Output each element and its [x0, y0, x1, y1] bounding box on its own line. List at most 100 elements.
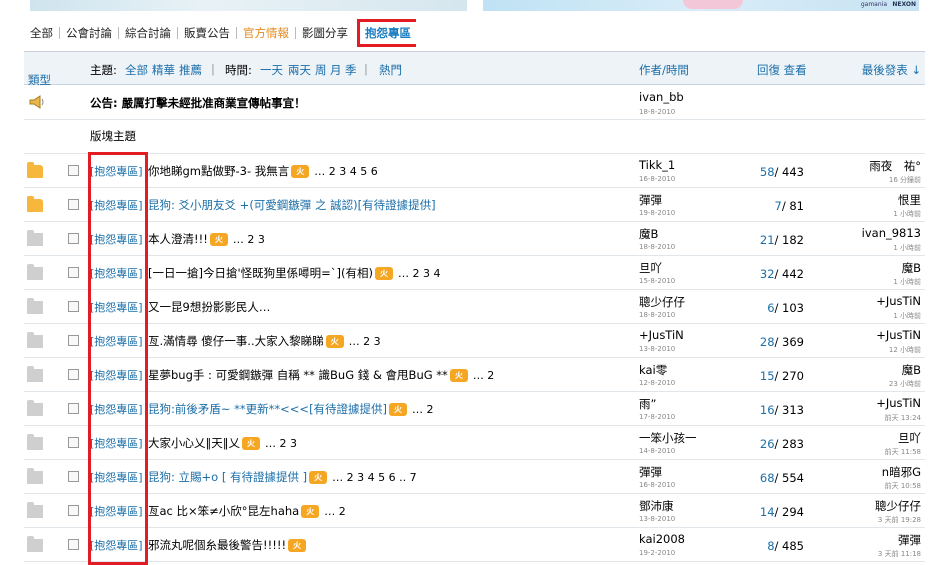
- thread-pages[interactable]: … 2 3 4: [398, 267, 441, 280]
- thread-checkbox[interactable]: [68, 199, 79, 210]
- thread-author[interactable]: kai2008: [639, 532, 685, 546]
- tab-all[interactable]: 全部: [24, 27, 60, 39]
- thread-checkbox[interactable]: [68, 437, 79, 448]
- thread-author[interactable]: 聰少仔仔: [639, 294, 685, 310]
- last-poster[interactable]: 旦吖: [898, 430, 921, 446]
- reply-count[interactable]: 68: [760, 471, 775, 485]
- thread-subject[interactable]: 昆狗:前後矛盾~ **更新**<<<[有待證據提供] 火 … 2: [148, 401, 434, 417]
- notice-title[interactable]: 公告: 嚴厲打擊未經批准商業宣傳帖事宜！: [90, 95, 306, 111]
- last-post-time[interactable]: 前天 13:24: [885, 413, 921, 423]
- thread-title[interactable]: 昆狗:前後矛盾~ **更新**<<<[有待證據提供]: [148, 402, 387, 416]
- thread-subject[interactable]: 你地睇gm點做野-3- 我無言火 … 2 3 4 5 6: [148, 163, 378, 179]
- last-poster[interactable]: 魔B: [902, 362, 921, 378]
- thread-checkbox[interactable]: [68, 403, 79, 414]
- thread-checkbox[interactable]: [68, 267, 79, 278]
- last-post-time[interactable]: 23 小時前: [889, 379, 921, 389]
- reply-count[interactable]: 14: [760, 505, 775, 519]
- last-poster[interactable]: +JusTiN: [876, 396, 921, 410]
- reply-count[interactable]: 21: [760, 233, 775, 247]
- reply-count[interactable]: 58: [760, 165, 775, 179]
- last-poster[interactable]: 彈彈: [898, 532, 921, 548]
- banner-image-right[interactable]: gamania NEXON: [483, 0, 919, 11]
- last-poster[interactable]: 雨夜 祐°: [869, 158, 921, 174]
- thread-title[interactable]: 大家小心乂‖天‖乂: [148, 436, 240, 450]
- last-post-time[interactable]: 1 小時前: [893, 209, 921, 219]
- thread-subject[interactable]: 星夢bug手 : 可愛鋼鏃彈 自稱 ** 識BuG 錢 & 會甩BuG ** 火 ……: [148, 367, 494, 383]
- thread-subject[interactable]: 昆狗: 立賜+o [ 有待證據提供 ] 火 … 2 3 4 5 6 .. 7: [148, 469, 417, 485]
- last-post-time[interactable]: 前天 10:58: [885, 481, 921, 491]
- filter-all[interactable]: 全部: [125, 62, 148, 78]
- tab-general[interactable]: 綜合討論: [119, 27, 178, 39]
- last-post-time[interactable]: 3 天前 19:28: [878, 515, 921, 525]
- tab-official[interactable]: 官方情報: [237, 27, 296, 39]
- thread-author[interactable]: Tikk_1: [639, 158, 675, 172]
- last-post-time[interactable]: 12 小時前: [889, 345, 921, 355]
- last-poster[interactable]: 魔B: [902, 260, 921, 276]
- filter-hot[interactable]: 熱門: [379, 62, 402, 78]
- thread-checkbox[interactable]: [68, 471, 79, 482]
- filter-digest[interactable]: 精華: [152, 62, 175, 78]
- notice-author[interactable]: ivan_bb: [639, 90, 684, 104]
- thread-pages[interactable]: … 2: [473, 369, 495, 382]
- table-row[interactable]: [抱怨專區] 亙ac 比×笨≠小欣°昆左haha 火… 2 鄧沛康 13-8-2010 1…: [24, 494, 925, 528]
- reply-count[interactable]: 8: [767, 539, 774, 553]
- time-month[interactable]: 月: [330, 62, 342, 78]
- thread-author[interactable]: 鄧沛康: [639, 498, 674, 514]
- table-row[interactable]: [抱怨專區] 昆狗:前後矛盾~ **更新**<<<[有待證據提供] 火… 2 雨” 17…: [24, 392, 925, 426]
- thread-subject[interactable]: 亙ac 比×笨≠小欣°昆左haha 火 … 2: [148, 503, 346, 519]
- tab-trade[interactable]: 販賣公告: [178, 27, 237, 39]
- tab-media[interactable]: 影圖分享: [296, 27, 354, 39]
- thread-subject[interactable]: 又一昆9想扮影影民人…: [148, 299, 270, 315]
- table-row[interactable]: [抱怨專區] 星夢bug手 : 可愛鋼鏃彈 自稱 ** 識BuG 錢 & 會甩Bu…: [24, 358, 925, 392]
- thread-pages[interactable]: … 2 3: [233, 233, 265, 246]
- time-season[interactable]: 季: [345, 62, 357, 78]
- thread-title[interactable]: 亙.滿情尋 傻仔一事..大家入黎睇睇: [148, 334, 324, 348]
- banner-image-left[interactable]: [30, 0, 467, 11]
- last-post-column[interactable]: 最後發表 ↓: [862, 62, 921, 78]
- thread-subject[interactable]: 邪流丸呢個糸最後警告!!!!! 火: [148, 537, 311, 553]
- thread-checkbox[interactable]: [68, 505, 79, 516]
- thread-title[interactable]: 邪流丸呢個糸最後警告!!!!!: [148, 538, 286, 552]
- reply-count[interactable]: 28: [760, 335, 775, 349]
- thread-subject[interactable]: [一日一搶]今日搶'怪既狗里係噚明=`](有相) 火 … 2 3 4: [148, 265, 440, 281]
- thread-pages[interactable]: … 2: [324, 505, 346, 518]
- reply-count[interactable]: 32: [760, 267, 775, 281]
- table-row[interactable]: [抱怨專區] 昆狗: 立賜+o [ 有待證據提供 ] 火… 2 3 4 5 6 ..…: [24, 460, 925, 494]
- table-row[interactable]: [抱怨專區] 昆狗: 爻小朋友爻 +(可愛鋼鏃彈 之 誠認)[有待證據提供] 彈彈 1…: [24, 188, 925, 222]
- time-1d[interactable]: 一天: [260, 62, 283, 78]
- last-post-time[interactable]: 1 小時前: [893, 311, 921, 321]
- last-poster[interactable]: +JusTiN: [876, 294, 921, 308]
- thread-author[interactable]: 彈彈: [639, 192, 662, 208]
- reply-count[interactable]: 16: [760, 403, 775, 417]
- table-row[interactable]: [抱怨專區] 又一昆9想扮影影民人… 聰少仔仔 18-8-2010 6/ 103 +Jus…: [24, 290, 925, 324]
- last-post-time[interactable]: 3 天前 11:18: [878, 549, 921, 559]
- thread-checkbox[interactable]: [68, 369, 79, 380]
- tab-guild[interactable]: 公會討論: [60, 27, 119, 39]
- thread-title[interactable]: 昆狗: 爻小朋友爻 +(可愛鋼鏃彈 之 誠認)[有待證據提供]: [148, 198, 436, 212]
- table-row[interactable]: [抱怨專區] 邪流丸呢個糸最後警告!!!!! 火 kai2008 19-2-2010 8/…: [24, 528, 925, 562]
- last-poster[interactable]: 聰少仔仔: [875, 498, 921, 514]
- thread-pages[interactable]: … 2 3 4 5 6 .. 7: [332, 471, 416, 484]
- thread-checkbox[interactable]: [68, 301, 79, 312]
- thread-title[interactable]: 亙ac 比×笨≠小欣°昆左haha: [148, 504, 299, 518]
- last-poster[interactable]: n暗邪G: [882, 464, 921, 480]
- thread-subject[interactable]: 亙.滿情尋 傻仔一事..大家入黎睇睇火 … 2 3: [148, 333, 381, 349]
- last-post-time[interactable]: 16 分鐘前: [889, 175, 921, 185]
- last-poster[interactable]: ivan_9813: [862, 226, 921, 240]
- thread-author[interactable]: 雨”: [639, 396, 656, 412]
- thread-checkbox[interactable]: [68, 335, 79, 346]
- thread-title[interactable]: 本人澄清!!!: [148, 232, 208, 246]
- reply-count[interactable]: 6: [767, 301, 774, 315]
- last-post-time[interactable]: 1 小時前: [893, 277, 921, 287]
- table-row[interactable]: [抱怨專區] 亙.滿情尋 傻仔一事..大家入黎睇睇火… 2 3 +JusTiN 13-…: [24, 324, 925, 358]
- thread-author[interactable]: 一笨小孩一: [639, 430, 697, 446]
- reply-view-column[interactable]: 回復 查看: [757, 62, 807, 78]
- thread-pages[interactable]: … 2 3: [349, 335, 381, 348]
- thread-subject[interactable]: 本人澄清!!! 火 … 2 3: [148, 231, 265, 247]
- reply-count[interactable]: 26: [760, 437, 775, 451]
- thread-checkbox[interactable]: [68, 539, 79, 550]
- table-row[interactable]: [抱怨專區] 大家小心乂‖天‖乂火… 2 3 一笨小孩一 14-8-2010 26/ 2…: [24, 426, 925, 460]
- thread-author[interactable]: +JusTiN: [639, 328, 684, 342]
- reply-count[interactable]: 15: [760, 369, 775, 383]
- thread-checkbox[interactable]: [68, 165, 79, 176]
